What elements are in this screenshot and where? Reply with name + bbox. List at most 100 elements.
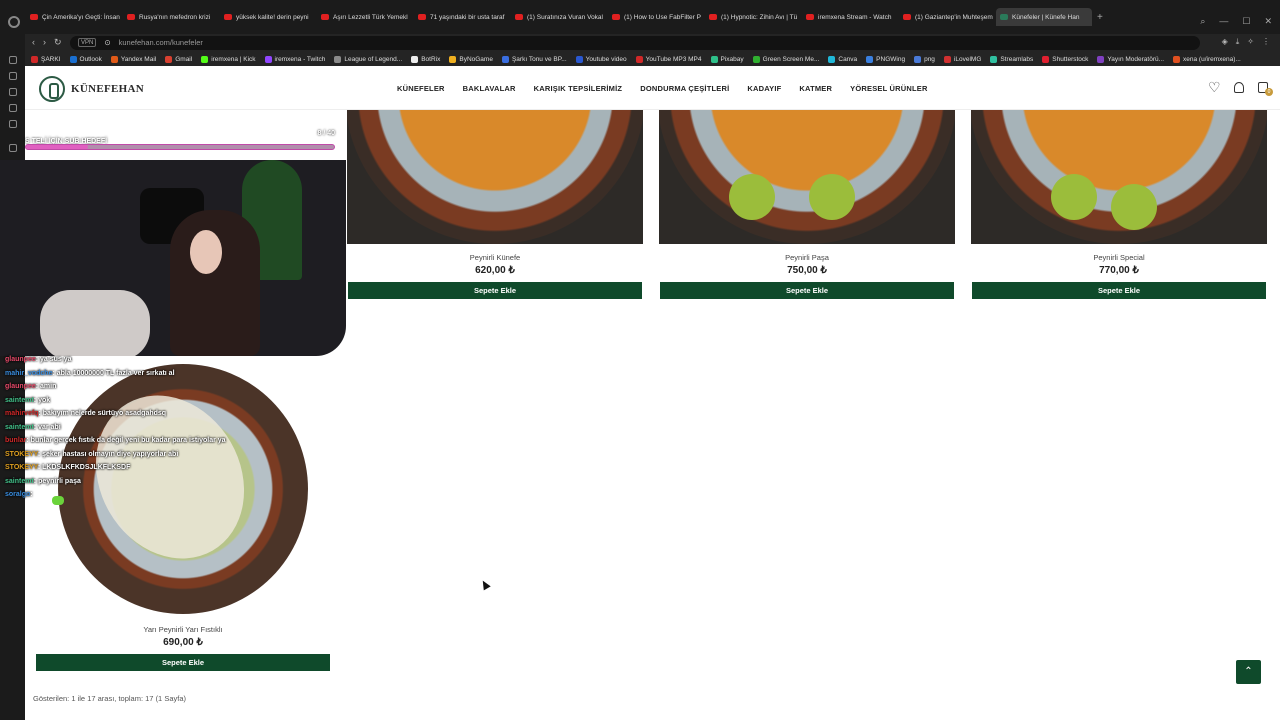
chevron-up-icon: ⌃ <box>1244 666 1253 677</box>
kick-icon <box>201 55 209 63</box>
bookmark[interactable]: png <box>914 55 935 63</box>
new-tab-icon[interactable]: + <box>1097 12 1103 23</box>
sub-goal-widget: S TELİ İÇİN SUB HEDEFİ 8 / 40 <box>25 130 335 154</box>
sidebar-app-icon[interactable] <box>9 72 17 80</box>
scroll-to-top-button[interactable]: ⌃ <box>1236 660 1261 684</box>
browser-tab[interactable]: Çin Amerika'yı Geçti: İnsan <box>26 8 122 26</box>
bookmark[interactable]: iremxena - Twitch <box>264 55 325 63</box>
bookmark[interactable]: League of Legend... <box>334 55 402 63</box>
add-to-cart-button[interactable]: Sepete Ekle <box>660 282 954 299</box>
tab-title: 71 yaşındaki bir usta taraf <box>430 13 505 21</box>
bookmark[interactable]: Şarkı Tonu ve BP... <box>501 55 567 63</box>
cart-bag-icon[interactable]: 0 <box>1258 82 1273 96</box>
browser-tab[interactable]: (1) Gaziantep'in Muhteşem <box>899 8 995 26</box>
bookmark[interactable]: BotRix <box>411 55 440 63</box>
browser-tab[interactable]: yüksek kalite! derin peyni <box>220 8 316 26</box>
menu-icon[interactable]: ⋮ <box>1262 37 1270 47</box>
png-icon <box>914 55 922 63</box>
bookmark[interactable]: Shutterstock <box>1042 55 1088 63</box>
sub-goal-count: 8 / 40 <box>317 130 335 137</box>
nav-item-dondurma-cesitleri[interactable]: DONDURMA ÇEŞİTLERİ <box>640 84 729 93</box>
pngwing-icon <box>866 55 874 63</box>
account-user-icon[interactable] <box>1234 82 1244 93</box>
product-title[interactable]: Peynirli Paşa <box>659 253 955 262</box>
tab-title: (1) Gaziantep'in Muhteşem <box>915 13 993 21</box>
league-icon <box>334 55 342 63</box>
tab-title: iremxena Stream - Watch <box>818 13 892 21</box>
url-input[interactable]: VPN ⊙ kunefehan.com/kunefeler <box>70 36 1200 50</box>
add-to-cart-button[interactable]: Sepete Ekle <box>348 282 642 299</box>
extensions-icon[interactable]: ◈ <box>1222 37 1228 47</box>
bookmark[interactable]: YouTube MP3 MP4 <box>635 55 702 63</box>
close-icon[interactable]: ✕ <box>1264 16 1272 27</box>
tab-title: (1) Suratınıza Vuran Vokal <box>527 13 603 21</box>
product-title[interactable]: Yarı Peynirli Yarı Fıstıklı <box>35 625 331 634</box>
lock-icon[interactable]: ⊙ <box>104 36 110 50</box>
brand-name: KÜNEFEHAN <box>71 83 144 95</box>
bookmark[interactable]: Green Screen Me... <box>752 55 819 63</box>
youtube-icon <box>612 14 620 20</box>
browser-tab[interactable]: (1) Suratınıza Vuran Vokal <box>511 8 607 26</box>
browser-tab-active[interactable]: Künefeler | Künefe Han <box>996 8 1092 26</box>
maximize-icon[interactable]: ☐ <box>1242 16 1250 27</box>
download-icon[interactable]: ⤓ <box>1236 37 1240 47</box>
chat-message: STOKEYY: LKDSLKFKDSJLKFLKSDF <box>5 464 335 478</box>
bookmark[interactable]: Streamlabs <box>990 55 1033 63</box>
sidebar-app-icon[interactable] <box>9 104 17 112</box>
browser-logo-icon[interactable] <box>8 16 20 28</box>
bookmark[interactable]: Yayın Moderatörü... <box>1097 55 1164 63</box>
browser-tab[interactable]: 71 yaşındaki bir usta taraf <box>414 8 510 26</box>
browser-tab[interactable]: Aşırı Lezzetli Türk Yemekl <box>317 8 413 26</box>
nav-item-katmer[interactable]: KATMER <box>799 84 832 93</box>
forward-icon[interactable]: › <box>43 37 46 48</box>
wishlist-heart-icon[interactable] <box>1208 79 1221 96</box>
bookmark[interactable]: Outlook <box>69 55 102 63</box>
bookmark[interactable]: Pixabay <box>710 55 744 63</box>
minimize-icon[interactable]: — <box>1219 16 1228 27</box>
back-icon[interactable]: ‹ <box>32 37 35 48</box>
product-title[interactable]: Peynirli Special <box>971 253 1267 262</box>
nav-item-yoresel-urunler[interactable]: YÖRESEL ÜRÜNLER <box>850 84 927 93</box>
youtube-icon <box>224 14 232 20</box>
product-title[interactable]: Peynirli Künefe <box>347 253 643 262</box>
bookmarks-bar: ŞARKI Outlook Yandex Mail Gmail iremxena… <box>25 52 1280 66</box>
chat-message: STOKEYY: şeker hastası olmayın diye yapı… <box>5 451 335 465</box>
bookmark[interactable]: Canva <box>828 55 857 63</box>
nav-item-karisik-tepsilerimiz[interactable]: KARIŞIK TEPSİLERİMİZ <box>534 84 623 93</box>
nav-item-kadayif[interactable]: KADAYIF <box>747 84 781 93</box>
nav-item-baklavalar[interactable]: BAKLAVALAR <box>463 84 516 93</box>
settings-icon[interactable] <box>9 144 17 152</box>
browser-tab[interactable]: Rusya'nın mefedron krizi <box>123 8 219 26</box>
botrix-icon <box>411 55 419 63</box>
chat-text: : ya sus ya <box>35 356 72 363</box>
vpn-badge[interactable]: VPN <box>78 38 97 47</box>
search-tabs-icon[interactable]: ⌕ <box>1200 16 1205 27</box>
bookmark[interactable]: iremxena | Kick <box>201 55 256 63</box>
gmail-icon <box>165 55 173 63</box>
chat-text: : amin <box>35 383 57 390</box>
bookmark[interactable]: ByNoGame <box>449 55 493 63</box>
nav-item-kunefeler[interactable]: KÜNEFELER <box>397 84 445 93</box>
stream-chat: glaunpee: ya sus ya mahir_vodche: abla 1… <box>5 356 335 505</box>
bookmark[interactable]: Yandex Mail <box>110 55 156 63</box>
sidebar-app-icon[interactable] <box>9 56 17 64</box>
sidebar-app-icon[interactable] <box>9 120 17 128</box>
bookmark[interactable]: Youtube video <box>575 55 627 63</box>
bookmark[interactable]: xena (u/iremxena)... <box>1173 55 1241 63</box>
browser-tab[interactable]: (1) How to Use FabFilter P <box>608 8 704 26</box>
bookmark[interactable]: iLovelMG <box>943 55 981 63</box>
reload-icon[interactable]: ↻ <box>54 37 62 48</box>
brand-logo[interactable]: KÜNEFEHAN <box>39 76 144 102</box>
bookmark-label: ŞARKI <box>41 55 61 63</box>
browser-tab[interactable]: (1) Hypnotic: Zihin Avı | Tü <box>705 8 801 26</box>
bookmark[interactable]: Gmail <box>165 55 192 63</box>
shutterstock-icon <box>1042 55 1050 63</box>
bookmark[interactable]: ŞARKI <box>31 55 61 63</box>
browser-tab[interactable]: iremxena Stream - Watch <box>802 8 898 26</box>
sidebar-app-icon[interactable] <box>9 88 17 96</box>
bookmark-label: YouTube MP3 MP4 <box>645 55 702 63</box>
ai-icon[interactable]: ✧ <box>1247 37 1254 47</box>
add-to-cart-button[interactable]: Sepete Ekle <box>972 282 1266 299</box>
bookmark[interactable]: PNGWing <box>866 55 905 63</box>
add-to-cart-button[interactable]: Sepete Ekle <box>36 654 330 671</box>
